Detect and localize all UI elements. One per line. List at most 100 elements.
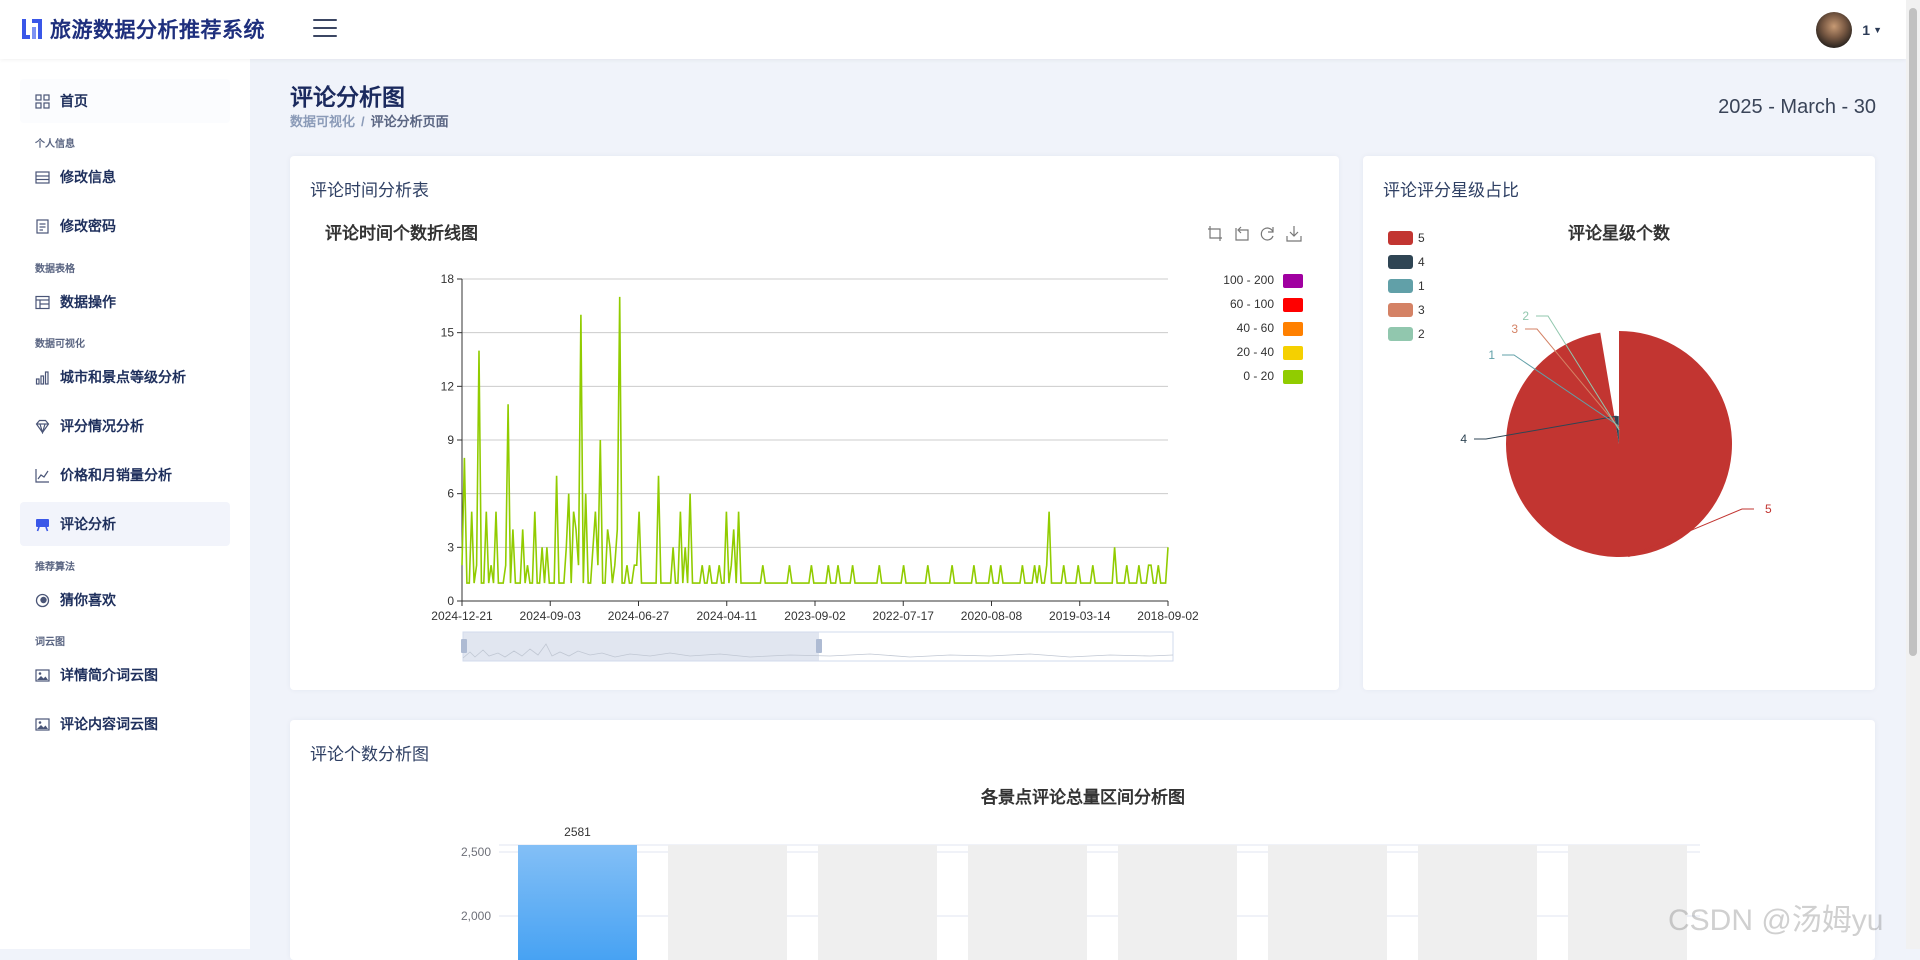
sidebar-item-label: 数据操作: [60, 292, 116, 312]
bar-background: [968, 845, 1087, 960]
page-title: 评论分析图: [290, 78, 405, 112]
user-menu[interactable]: 1 ▼: [1816, 12, 1882, 48]
sidebar-item-label: 猜你喜欢: [60, 590, 116, 610]
table-icon: [34, 294, 50, 310]
data-zoom-slider[interactable]: [461, 632, 1173, 661]
chart-title: 评论星级个数: [1568, 223, 1671, 243]
slider-handle-right[interactable]: [816, 639, 822, 653]
y-tick-label: 6: [447, 487, 454, 501]
legend-swatch[interactable]: [1388, 255, 1413, 269]
y-tick-label: 15: [441, 326, 455, 340]
star-ratio-card: 评论评分星级占比 评论星级个数 54132 54132: [1363, 156, 1875, 690]
pie-label: 1: [1488, 348, 1495, 362]
list-icon: [34, 169, 50, 185]
visual-map-swatch[interactable]: [1283, 274, 1303, 288]
spiral-icon: [34, 592, 50, 608]
sidebar-item-comment-cloud[interactable]: 评论内容词云图: [20, 702, 230, 746]
time-analysis-card: 评论时间分析表 评论时间个数折线图 0369121518 2024-12-212…: [290, 156, 1339, 690]
legend-label: 5: [1418, 231, 1425, 245]
section-table: 数据表格: [35, 260, 75, 275]
visual-map-swatch[interactable]: [1283, 322, 1303, 336]
chart-title: 各景点评论总量区间分析图: [980, 787, 1185, 807]
bar-background: [668, 845, 787, 960]
sidebar-item-label: 评论内容词云图: [60, 714, 158, 734]
hamburger-line: [313, 35, 337, 37]
easel-icon: [34, 516, 50, 532]
sidebar: 首页 个人信息 修改信息 修改密码 数据表格 数据操作 数据可视化 城市和景点等…: [0, 59, 250, 949]
bar-chart-icon: [34, 369, 50, 385]
visual-map-label: 100 - 200: [1223, 273, 1274, 287]
brand[interactable]: 旅游数据分析推荐系统: [20, 14, 265, 44]
y-tick-label: 2,000: [461, 909, 491, 923]
legend-swatch[interactable]: [1388, 303, 1413, 317]
chart-title: 评论时间个数折线图: [325, 223, 478, 243]
user-name[interactable]: 1: [1862, 22, 1870, 38]
visual-map-swatch[interactable]: [1283, 370, 1303, 384]
x-tick-label: 2024-09-03: [520, 609, 582, 623]
visual-map-swatch[interactable]: [1283, 346, 1303, 360]
slider-handle-left[interactable]: [461, 639, 467, 653]
caret-down-icon[interactable]: ▼: [1873, 25, 1882, 35]
refresh-icon[interactable]: [1261, 227, 1273, 240]
legend-swatch[interactable]: [1388, 231, 1413, 245]
section-personal: 个人信息: [35, 135, 75, 150]
sidebar-item-comment[interactable]: 评论分析: [20, 502, 230, 546]
count-analysis-card: 评论个数分析图 各景点评论总量区间分析图 2,5002,000 2581: [290, 720, 1875, 960]
visual-map-label: 60 - 100: [1230, 297, 1274, 311]
section-wordcloud: 词云图: [35, 633, 65, 648]
pie-label: 2: [1522, 309, 1529, 323]
sidebar-item-label: 评分情况分析: [60, 416, 144, 436]
visual-map-label: 40 - 60: [1237, 321, 1275, 335]
x-tick-label: 2023-09-02: [784, 609, 846, 623]
bar-value-label: 2581: [564, 825, 591, 839]
sidebar-item-detail-cloud[interactable]: 详情简介词云图: [20, 653, 230, 697]
sidebar-item-label: 价格和月销量分析: [60, 465, 172, 485]
y-tick-label: 18: [441, 272, 455, 286]
x-tick-label: 2018-09-02: [1137, 609, 1199, 623]
watermark: CSDN @汤姆yu: [1668, 895, 1883, 939]
page-scrollbar-thumb[interactable]: [1909, 8, 1917, 656]
menu-toggle-button[interactable]: [313, 19, 337, 41]
pie-chart: 评论星级个数 54132 54132: [1363, 156, 1875, 690]
sidebar-item-label: 首页: [60, 91, 88, 111]
legend-label: 3: [1418, 303, 1425, 317]
avatar[interactable]: [1816, 12, 1852, 48]
x-tick-label: 2024-12-21: [431, 609, 493, 623]
breadcrumb-separator: /: [361, 114, 365, 129]
sidebar-item-price-sales[interactable]: 价格和月销量分析: [20, 453, 230, 497]
document-icon: [34, 218, 50, 234]
x-tick-label: 2024-04-11: [697, 609, 758, 623]
pie-label: 3: [1511, 322, 1518, 336]
x-tick-label: 2019-03-14: [1049, 609, 1111, 623]
current-date: 2025 - March - 30: [1718, 96, 1876, 119]
sidebar-item-change-password[interactable]: 修改密码: [20, 204, 230, 248]
breadcrumb-link[interactable]: 数据可视化: [290, 114, 355, 129]
sidebar-item-data-ops[interactable]: 数据操作: [20, 280, 230, 324]
bar-background: [1268, 845, 1387, 960]
line-chart: 评论时间个数折线图 0369121518 2024-12-212024-09-0…: [290, 156, 1339, 690]
logo-icon: [20, 17, 44, 41]
pie-label: 5: [1765, 502, 1772, 516]
sidebar-item-guess[interactable]: 猜你喜欢: [20, 578, 230, 622]
legend-swatch[interactable]: [1388, 279, 1413, 293]
legend-swatch[interactable]: [1388, 327, 1413, 341]
download-icon[interactable]: [1287, 226, 1301, 241]
legend-label: 4: [1418, 255, 1425, 269]
crop-undo-icon[interactable]: [1236, 227, 1248, 240]
sidebar-item-city-level[interactable]: 城市和景点等级分析: [20, 355, 230, 399]
bar-chart: 各景点评论总量区间分析图 2,5002,000 2581: [290, 720, 1875, 960]
sidebar-item-edit-info[interactable]: 修改信息: [20, 155, 230, 199]
visual-map-swatch[interactable]: [1283, 298, 1303, 312]
breadcrumb-current: 评论分析页面: [371, 114, 449, 129]
bar[interactable]: [518, 845, 637, 960]
sidebar-item-home[interactable]: 首页: [20, 79, 230, 123]
y-tick-label: 3: [447, 540, 454, 554]
bar-background: [1418, 845, 1537, 960]
y-tick-label: 0: [447, 594, 454, 608]
sidebar-item-label: 城市和景点等级分析: [60, 367, 186, 387]
crop-icon[interactable]: [1208, 226, 1222, 241]
breadcrumb: 数据可视化 / 评论分析页面: [290, 111, 449, 130]
sidebar-item-score[interactable]: 评分情况分析: [20, 404, 230, 448]
bar-background: [818, 845, 937, 960]
hamburger-line: [313, 19, 337, 21]
